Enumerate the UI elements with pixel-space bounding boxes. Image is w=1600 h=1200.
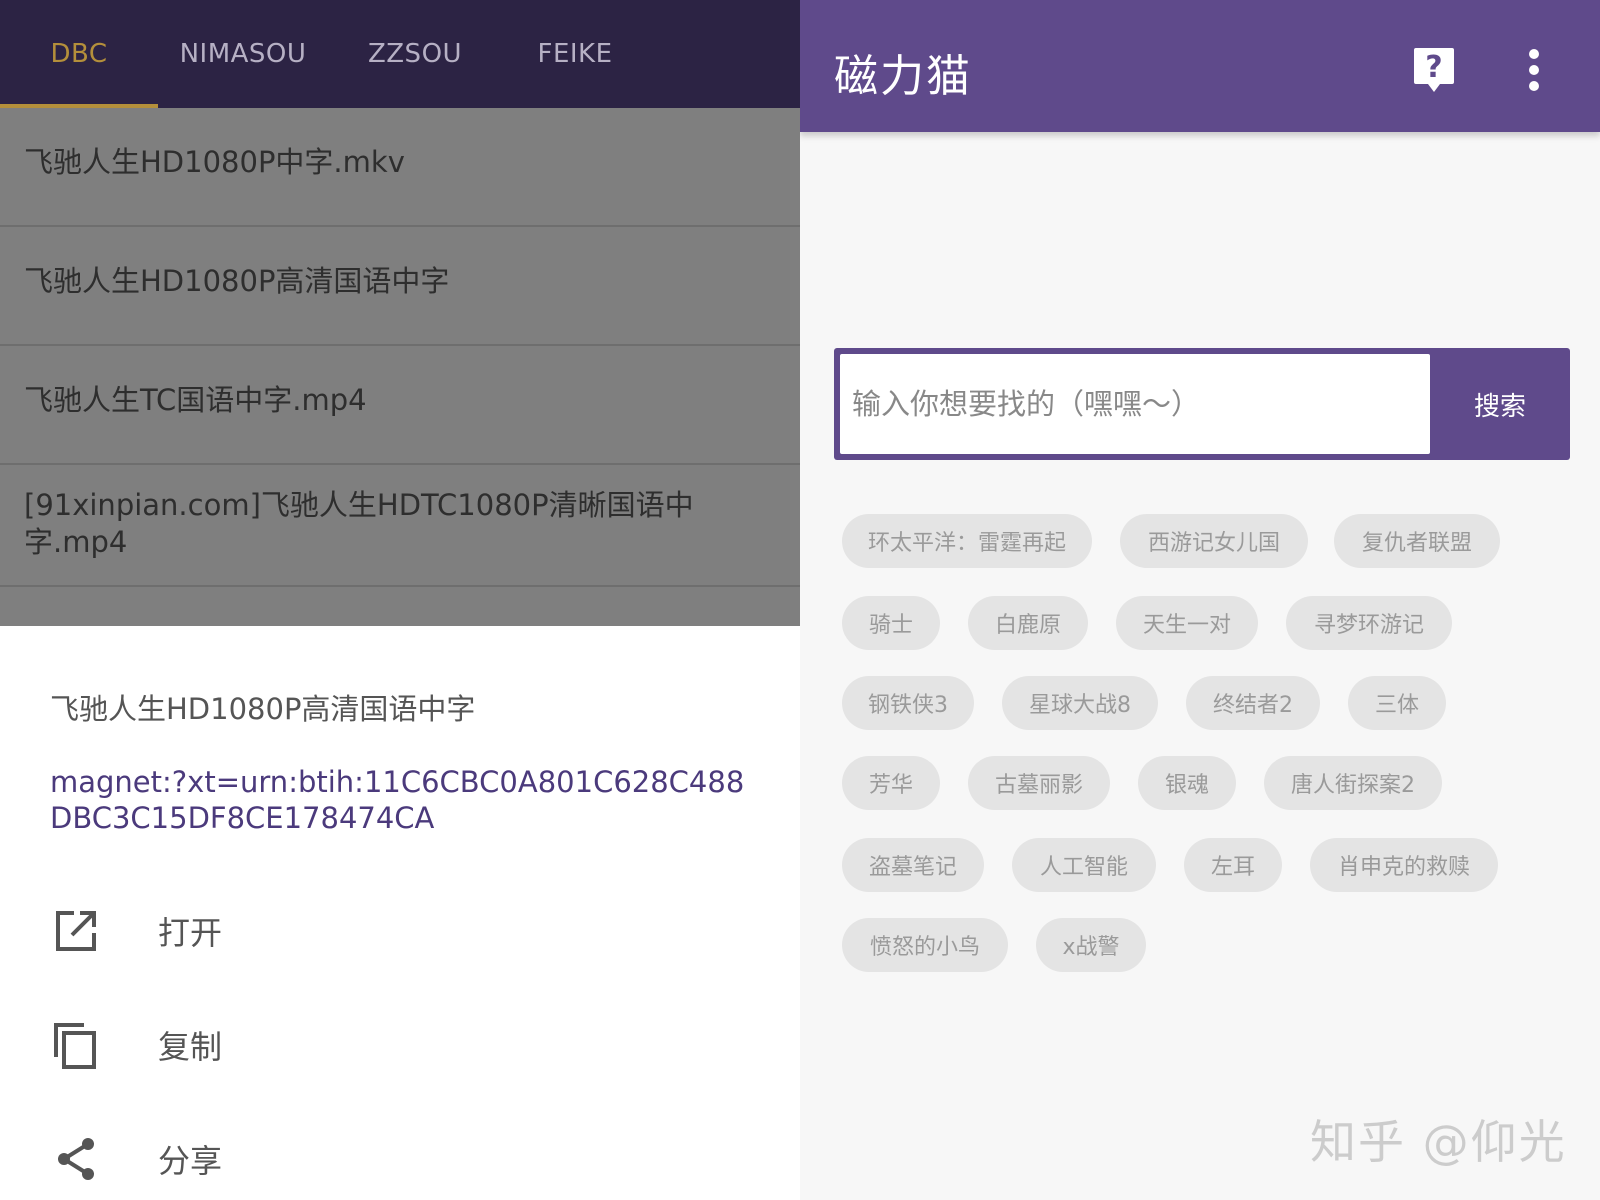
copy-action-label: 复制 [158,1028,223,1066]
magnet-link[interactable]: magnet:?xt=urn:btih:11C6CBC0A801C628C488… [50,764,750,836]
share-action-label: 分享 [158,1142,223,1180]
share-icon [58,1138,94,1180]
copy-icon [54,1023,96,1069]
hot-keyword-chip[interactable]: 钢铁侠3 [842,676,974,730]
help-icon[interactable]: ? [1412,46,1456,94]
hot-keyword-chip[interactable]: 骑士 [842,596,940,650]
hot-keyword-chip[interactable]: 左耳 [1184,838,1282,892]
hot-keyword-chip[interactable]: 肖申克的救赎 [1310,838,1498,892]
hot-keyword-chip[interactable]: 天生一对 [1116,596,1258,650]
hot-keyword-chip[interactable]: 白鹿原 [968,596,1088,650]
svg-text:?: ? [1425,50,1442,85]
sheet-title: 飞驰人生HD1080P高清国语中字 [50,692,476,726]
hot-keyword-chip[interactable]: x战警 [1036,918,1146,972]
hot-keyword-chip[interactable]: 三体 [1348,676,1446,730]
result-item-label: 飞驰人生HD1080P中字.mkv [24,145,405,179]
hot-keyword-chip[interactable]: 人工智能 [1012,838,1156,892]
hot-keyword-chip[interactable]: 环太平洋：雷霆再起 [842,514,1092,568]
source-tabbar: DBC NIMASOU ZZSOU FEIKE [0,0,800,108]
search-input[interactable] [840,354,1430,454]
hot-keyword-chip[interactable]: 终结者2 [1186,676,1320,730]
right-panel: 磁力猫 ? 搜索 环太平洋：雷霆再起 西游记女儿国 复仇者联盟 骑士 白鹿原 天… [800,0,1600,1200]
copy-action[interactable]: 复制 [0,1000,800,1090]
result-list: 飞驰人生HD1080P中字.mkv 飞驰人生HD1080P高清国语中字 飞驰人生… [0,108,800,626]
result-item-label: [91xinpian.com]飞驰人生HDTC1080P清晰国语中字.mp4 [24,488,694,559]
bottom-sheet: 飞驰人生HD1080P高清国语中字 magnet:?xt=urn:btih:11… [0,626,800,1200]
app-bar: 磁力猫 ? [800,0,1600,132]
hot-keyword-chip[interactable]: 盗墓笔记 [842,838,984,892]
hot-keyword-chip[interactable]: 芳华 [842,756,940,810]
tab-nimasou[interactable]: NIMASOU [168,0,318,108]
left-panel: DBC NIMASOU ZZSOU FEIKE 飞驰人生HD1080P中字.mk… [0,0,800,1200]
search-box: 搜索 [834,348,1570,460]
search-button[interactable]: 搜索 [1430,348,1570,460]
open-action[interactable]: 打开 [0,886,800,976]
hot-keyword-chip[interactable]: 愤怒的小鸟 [842,918,1008,972]
result-item[interactable]: [91xinpian.com]飞驰人生HDTC1080P清晰国语中字.mp4 [0,465,800,587]
hot-keyword-chip[interactable]: 寻梦环游记 [1286,596,1452,650]
result-item[interactable]: 飞驰人生HD1080P中字.mkv [0,108,800,227]
tab-zzsou[interactable]: ZZSOU [340,0,490,108]
hot-keyword-chip[interactable]: 星球大战8 [1002,676,1158,730]
hot-keyword-chip[interactable]: 西游记女儿国 [1120,514,1308,568]
result-item-label: 飞驰人生TC国语中字.mp4 [24,383,367,417]
app-title: 磁力猫 [834,51,972,102]
hot-keyword-chip[interactable]: 银魂 [1138,756,1236,810]
more-options-icon[interactable] [1522,48,1546,92]
tab-dbc[interactable]: DBC [0,0,158,108]
result-item[interactable]: 飞驰人生HD1080P高清国语中字 [0,227,800,346]
tab-feike[interactable]: FEIKE [500,0,650,108]
hot-keyword-chip[interactable]: 复仇者联盟 [1334,514,1500,568]
watermark: 知乎 @仰光 [1310,1115,1567,1169]
hot-keyword-chip[interactable]: 古墓丽影 [968,756,1110,810]
share-action[interactable]: 分享 [0,1114,800,1200]
hot-keyword-chip[interactable]: 唐人街探案2 [1264,756,1442,810]
result-item-label: 飞驰人生HD1080P高清国语中字 [24,264,450,298]
result-item[interactable]: 飞驰人生TC国语中字.mp4 [0,346,800,465]
open-action-label: 打开 [158,914,223,952]
open-external-icon [56,911,96,951]
